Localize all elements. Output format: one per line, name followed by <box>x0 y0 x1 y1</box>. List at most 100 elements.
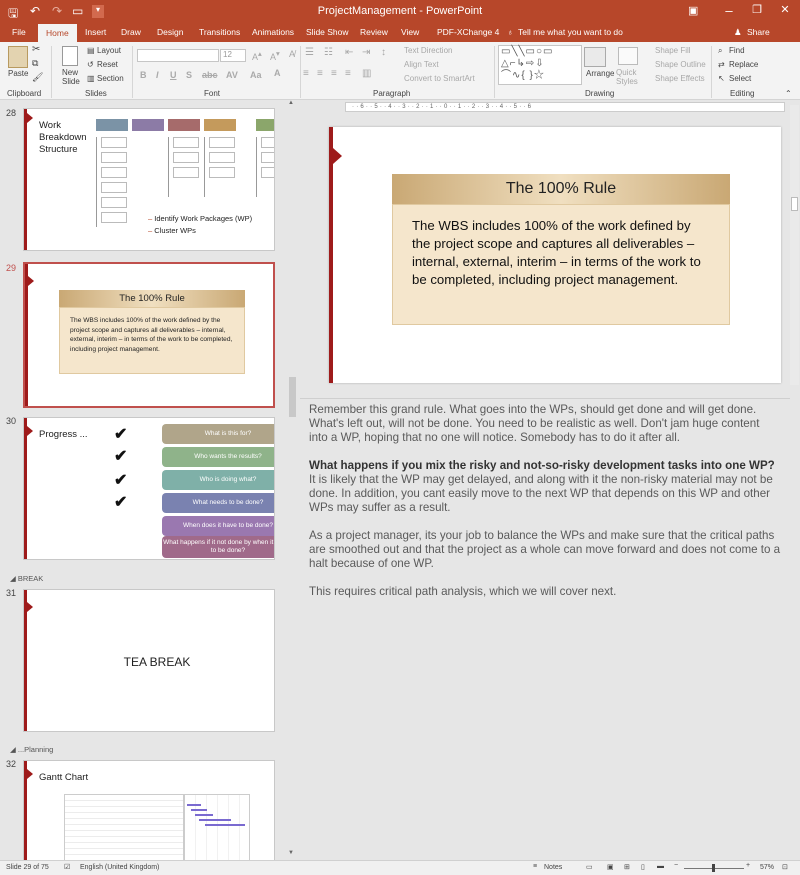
line-spacing-icon[interactable]: ↕ <box>381 47 386 58</box>
find-button[interactable]: Find <box>729 46 745 55</box>
align-left-icon[interactable]: ≡ <box>303 68 309 79</box>
zoom-in-icon[interactable]: + <box>746 862 750 869</box>
editor-scroll-thumb[interactable] <box>791 197 798 211</box>
slide-thumbnail-28[interactable]: Work Breakdown Structure – Identify Work… <box>23 108 275 251</box>
slide-thumbnail-30[interactable]: Progress ... ✔ ✔ ✔ ✔ What is this for? W… <box>23 417 275 560</box>
quick-styles-button[interactable]: Quick Styles <box>616 68 642 86</box>
bullets-icon[interactable]: ☰ <box>305 47 314 58</box>
paste-button[interactable]: Paste <box>8 69 28 78</box>
shapes-gallery[interactable]: ▭╲╲▭○▭ △⌐↳⇨⇩ ⌒∿{ }☆ <box>498 45 582 85</box>
slide-number: 32 <box>6 759 17 769</box>
change-case-button[interactable]: Aa <box>250 70 262 80</box>
comments-icon[interactable]: ▭ <box>586 863 593 871</box>
tab-insert[interactable]: Insert <box>85 27 106 37</box>
collapse-section-icon[interactable]: ◢ <box>10 574 18 583</box>
shape-fill-button[interactable]: Shape Fill <box>655 46 691 55</box>
arrange-button[interactable]: Arrange <box>586 69 614 78</box>
underline-button[interactable]: U <box>170 70 177 80</box>
section-label: ...Planning <box>17 745 54 754</box>
zoom-slider-handle[interactable] <box>712 864 715 872</box>
shape-effects-button[interactable]: Shape Effects <box>655 74 705 83</box>
strikethrough-button[interactable]: abc <box>202 70 218 80</box>
tab-animations[interactable]: Animations <box>252 27 294 37</box>
close-button[interactable]: ✕ <box>772 3 798 16</box>
align-right-icon[interactable]: ≡ <box>331 68 337 79</box>
format-painter-icon[interactable]: 🖌 <box>32 72 43 83</box>
tab-design[interactable]: Design <box>157 27 183 37</box>
decrease-indent-icon[interactable]: ⇤ <box>345 47 353 58</box>
scroll-up-icon[interactable]: ▲ <box>288 100 294 106</box>
slide-thumbnail-32[interactable]: Gantt Chart <box>23 760 275 860</box>
tab-pdf-xchange[interactable]: PDF-XChange 4 <box>437 27 499 37</box>
clear-formatting-icon[interactable]: A̸ <box>289 49 295 59</box>
thumbnail-scrollbar[interactable]: ▲ ▼ <box>288 100 298 860</box>
zoom-out-icon[interactable]: − <box>674 862 678 869</box>
section-button[interactable]: Section <box>97 74 124 83</box>
replace-button[interactable]: Replace <box>729 60 758 69</box>
thumbnail-scroll-thumb[interactable] <box>289 377 296 417</box>
shadow-button[interactable]: S <box>186 70 192 80</box>
zoom-level[interactable]: 57% <box>760 864 774 871</box>
fit-to-window-icon[interactable]: ⊡ <box>782 863 788 871</box>
layout-button[interactable]: Layout <box>97 46 121 55</box>
slide-body[interactable]: The WBS includes 100% of the work define… <box>392 204 730 325</box>
tab-transitions[interactable]: Transitions <box>199 27 240 37</box>
arrange-icon[interactable] <box>584 47 606 67</box>
speaker-notes[interactable]: Remember this grand rule. What goes into… <box>300 398 790 860</box>
normal-view-icon[interactable]: ▣ <box>607 863 614 871</box>
slide-thumbnail-29[interactable]: The 100% Rule The WBS includes 100% of t… <box>23 262 275 408</box>
quick-styles-icon[interactable] <box>618 47 638 65</box>
select-button[interactable]: Select <box>729 74 751 83</box>
slide-thumbnail-31[interactable]: TEA BREAK <box>23 589 275 732</box>
reading-view-icon[interactable]: ▯ <box>641 863 645 871</box>
tell-me-search[interactable]: Tell me what you want to do <box>518 27 623 37</box>
bold-button[interactable]: B <box>140 70 147 80</box>
tab-review[interactable]: Review <box>360 27 388 37</box>
reset-button[interactable]: Reset <box>97 60 118 69</box>
collapse-section-icon[interactable]: ◢ <box>10 745 18 754</box>
cut-icon[interactable]: ✂ <box>32 44 40 55</box>
spellcheck-icon[interactable]: ☑ <box>64 863 70 871</box>
ribbon-display-options-icon[interactable]: ▣ <box>688 4 698 17</box>
tab-view[interactable]: View <box>401 27 419 37</box>
font-size-input[interactable]: 12 <box>220 49 246 62</box>
slide-title[interactable]: The 100% Rule <box>392 174 730 204</box>
slide-sorter-icon[interactable]: ⊞ <box>624 863 630 871</box>
language[interactable]: English (United Kingdom) <box>80 864 159 871</box>
minimize-button[interactable]: – <box>716 3 742 18</box>
numbering-icon[interactable]: ☷ <box>324 47 333 58</box>
font-color-button[interactable]: A <box>274 68 281 78</box>
align-center-icon[interactable]: ≡ <box>317 68 323 79</box>
section-header-break[interactable]: ◢ BREAK <box>10 574 43 583</box>
new-slide-button[interactable]: New Slide <box>62 68 86 86</box>
share-button[interactable]: Share <box>747 27 770 37</box>
tab-slide-show[interactable]: Slide Show <box>306 27 349 37</box>
justify-icon[interactable]: ≡ <box>345 68 351 79</box>
shrink-font-icon[interactable]: A▾ <box>270 49 280 62</box>
character-spacing-button[interactable]: AV <box>226 70 238 80</box>
paste-icon[interactable] <box>8 46 28 68</box>
increase-indent-icon[interactable]: ⇥ <box>362 47 370 58</box>
columns-icon[interactable]: ▥ <box>362 68 371 79</box>
tab-file[interactable]: File <box>12 27 26 37</box>
editor-scrollbar[interactable] <box>790 105 799 385</box>
tab-home[interactable]: Home <box>38 24 77 42</box>
new-slide-icon[interactable] <box>62 46 78 66</box>
italic-button[interactable]: I <box>156 70 159 80</box>
notes-toggle[interactable]: Notes <box>544 864 562 871</box>
align-text-button[interactable]: Align Text <box>404 60 439 69</box>
text-direction-button[interactable]: Text Direction <box>404 46 452 55</box>
font-name-input[interactable] <box>137 49 219 62</box>
collapse-ribbon-icon[interactable]: ⌃ <box>785 89 792 98</box>
grow-font-icon[interactable]: A▴ <box>252 49 262 62</box>
shape-outline-button[interactable]: Shape Outline <box>655 60 706 69</box>
slide-show-icon[interactable]: ▬ <box>657 863 664 870</box>
copy-icon[interactable]: ⧉ <box>32 58 38 69</box>
tab-draw[interactable]: Draw <box>121 27 141 37</box>
section-header-planning[interactable]: ◢ ...Planning <box>10 745 53 754</box>
convert-smartart-button[interactable]: Convert to SmartArt <box>404 74 475 83</box>
notes-scrollbar[interactable] <box>790 398 800 860</box>
restore-button[interactable]: ❐ <box>744 3 770 16</box>
scroll-down-icon[interactable]: ▼ <box>288 850 294 856</box>
current-slide[interactable]: The 100% Rule The WBS includes 100% of t… <box>329 127 781 383</box>
